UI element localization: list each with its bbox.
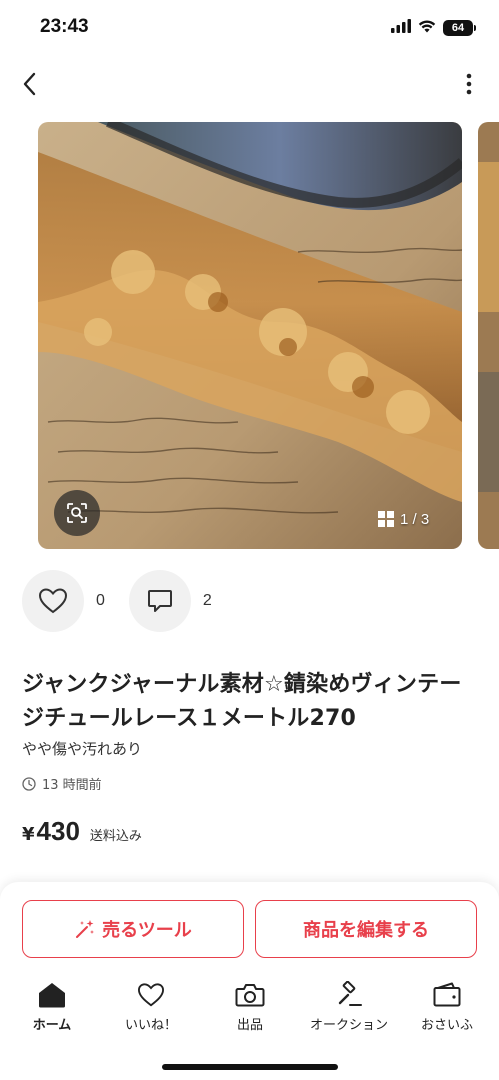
edit-item-button[interactable]: 商品を編集する (255, 900, 477, 958)
signal-icon (391, 18, 411, 37)
tab-auction-label: オークション (309, 1018, 388, 1033)
gavel-icon (334, 980, 364, 1010)
sell-tool-label: 売るツール (102, 920, 192, 941)
like-button[interactable] (22, 570, 84, 632)
currency-symbol: ¥ (22, 824, 35, 845)
item-title: ジャンクジャーナル素材☆錆染めヴィンテージチュールレース１メートル270 (22, 672, 462, 731)
back-button[interactable] (14, 68, 46, 100)
price-row: ¥ 430 送料込み (22, 816, 142, 847)
shipping-info: 送料込み (89, 829, 142, 844)
status-time: 23:43 (40, 16, 89, 37)
grid-icon (378, 511, 394, 527)
item-condition: やや傷や汚れあり (22, 740, 143, 758)
listed-time: 13 時間前 (22, 774, 102, 793)
status-bar: 23:43 64 (0, 0, 499, 54)
comment-count: 2 (202, 592, 212, 609)
clock-icon (22, 776, 36, 791)
next-photo-preview[interactable] (478, 122, 499, 549)
nav-bar (0, 60, 499, 108)
sell-tool-button[interactable]: 売るツール (22, 900, 244, 958)
edit-item-label: 商品を編集する (303, 920, 429, 941)
tab-wallet-label: おさいふ (420, 1018, 473, 1033)
item-price: 430 (36, 816, 80, 846)
image-search-icon (67, 503, 87, 523)
tab-listing[interactable]: 出品 (200, 980, 300, 1040)
page-indicator: 1 / 3 (378, 504, 448, 534)
engagement-row: 0 2 (22, 570, 236, 632)
wallet-icon (432, 980, 462, 1010)
heart-icon (136, 980, 166, 1010)
tab-wallet[interactable]: おさいふ (397, 980, 497, 1040)
tab-likes[interactable]: いいね！ (101, 980, 201, 1040)
image-search-button[interactable] (54, 490, 100, 536)
heart-icon (38, 588, 68, 614)
home-indicator (162, 1064, 338, 1070)
more-options-button[interactable] (459, 68, 479, 100)
magic-wand-icon (76, 920, 95, 938)
camera-icon (235, 980, 265, 1010)
tab-likes-label: いいね！ (124, 1018, 177, 1033)
tab-listing-label: 出品 (236, 1018, 263, 1033)
page-indicator-text: 1 / 3 (400, 510, 430, 528)
home-icon (37, 980, 67, 1010)
wifi-icon (418, 18, 436, 37)
tab-home[interactable]: ホーム (2, 980, 102, 1040)
tab-auction[interactable]: オークション (299, 980, 399, 1040)
product-photo[interactable] (38, 122, 462, 549)
battery-icon: 64 (443, 19, 476, 36)
like-count: 0 (96, 592, 105, 609)
tab-home-label: ホーム (32, 1018, 72, 1033)
comment-button[interactable] (128, 570, 191, 632)
status-icons: 64 (391, 18, 476, 37)
photo-carousel[interactable] (0, 122, 499, 549)
listed-time-text: 13 時間前 (42, 778, 102, 793)
comment-icon (147, 590, 172, 612)
tab-bar: ホーム いいね！ 出品 オークション おさいふ (0, 980, 499, 1040)
more-vertical-icon (466, 73, 472, 95)
chevron-left-icon (23, 72, 36, 96)
